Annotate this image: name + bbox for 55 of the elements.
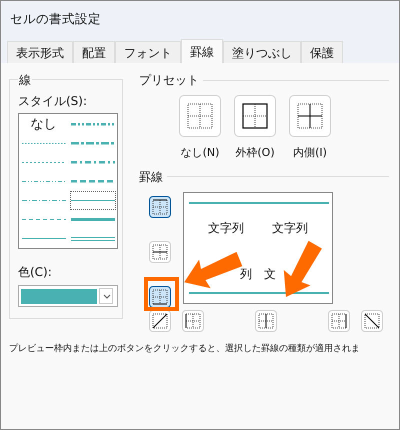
sample-text: 文字列 — [271, 220, 309, 236]
color-dropdown[interactable] — [18, 285, 118, 307]
color-label: 色(C): — [18, 264, 53, 281]
border-toggle-button[interactable] — [149, 196, 171, 218]
line-sample-icon — [22, 200, 66, 201]
line-sample-icon — [71, 180, 115, 183]
outline-border-icon — [241, 102, 269, 130]
tab[interactable]: 保護 — [301, 41, 343, 63]
tab[interactable]: 罫線 — [181, 39, 223, 63]
section-label: 罫線 — [139, 168, 163, 186]
hint-text: プレビュー枠内または上のボタンをクリックすると、選択した罫線の種類が適用されま — [8, 342, 361, 356]
right-border-icon — [329, 310, 349, 330]
preset-button[interactable] — [234, 95, 276, 137]
sample-text: 文 — [264, 266, 276, 282]
diagonal-border-icon — [150, 310, 170, 330]
line-sample-icon — [71, 161, 115, 164]
middle-border-icon — [150, 242, 170, 262]
line-sample-icon — [71, 123, 115, 126]
sample-text: 文字列 — [207, 220, 245, 236]
window-title: セルの書式設定 — [10, 10, 101, 28]
line-sample-icon — [71, 218, 115, 221]
line-style-list[interactable]: なし — [18, 113, 118, 249]
inside-border-icon — [296, 102, 324, 130]
preset-label: 外枠(O) — [235, 145, 275, 161]
tab[interactable]: フォント — [115, 41, 181, 63]
preset-button[interactable] — [179, 95, 221, 137]
tab[interactable]: 塗りつぶし — [223, 41, 301, 63]
diagonal-border-icon — [362, 310, 382, 330]
preset-label: なし(N) — [180, 145, 220, 161]
tab[interactable]: 配置 — [73, 41, 115, 63]
no-border-icon — [186, 102, 214, 130]
line-sample-icon — [22, 219, 66, 220]
line-style-option[interactable] — [70, 191, 116, 210]
border-preview[interactable]: 文字列 文字列 列 文 — [183, 192, 333, 304]
center-border-icon — [256, 310, 276, 330]
line-sample-icon — [71, 200, 115, 201]
highlight-frame — [144, 277, 179, 311]
section-label: プリセット — [139, 72, 199, 89]
line-sample-icon — [22, 162, 66, 163]
line-sample-icon — [22, 238, 66, 239]
tab[interactable]: 表示形式 — [7, 41, 73, 63]
line-sample-icon — [71, 142, 115, 145]
top-border-icon — [150, 196, 170, 216]
preset-button[interactable] — [289, 95, 331, 137]
left-border-icon — [183, 310, 203, 330]
line-sample-icon — [22, 181, 66, 182]
double-line-icon — [71, 236, 115, 240]
none-option[interactable]: なし — [21, 115, 66, 134]
preset-label: 内側(I) — [293, 145, 327, 161]
bottom-border-icon — [150, 286, 170, 306]
style-label: スタイル(S): — [18, 93, 88, 110]
chevron-down-icon — [99, 288, 113, 304]
sample-text: 列 — [240, 266, 252, 282]
line-sample-icon — [22, 143, 66, 144]
border-toggle-button[interactable] — [149, 286, 171, 308]
